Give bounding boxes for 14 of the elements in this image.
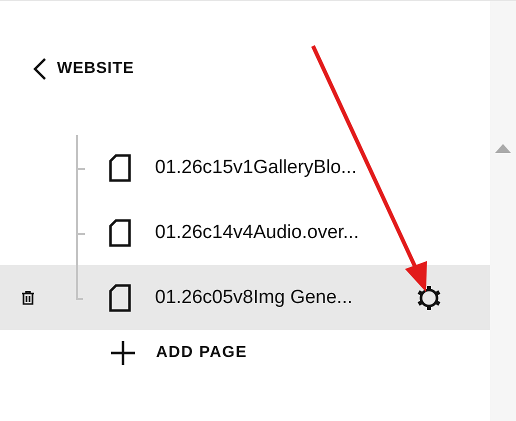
back-icon <box>33 58 47 80</box>
back-link[interactable]: WEBSITE <box>33 58 134 80</box>
page-item[interactable]: 01.26c05v8Img Gene... <box>0 265 490 330</box>
plus-icon <box>110 340 136 366</box>
page-title: 01.26c14v4Audio.over... <box>155 222 360 244</box>
settings-icon[interactable] <box>415 284 443 312</box>
page-icon <box>109 218 131 246</box>
add-page-button[interactable]: ADD PAGE <box>110 340 248 366</box>
page-icon <box>109 284 131 312</box>
page-item[interactable]: 01.26c15v1GalleryBlo... <box>0 135 490 200</box>
page-icon <box>109 154 131 182</box>
page-title: 01.26c15v1GalleryBlo... <box>155 156 358 178</box>
page-title: 01.26c05v8Img Gene... <box>155 286 354 308</box>
trash-icon[interactable] <box>22 290 34 304</box>
